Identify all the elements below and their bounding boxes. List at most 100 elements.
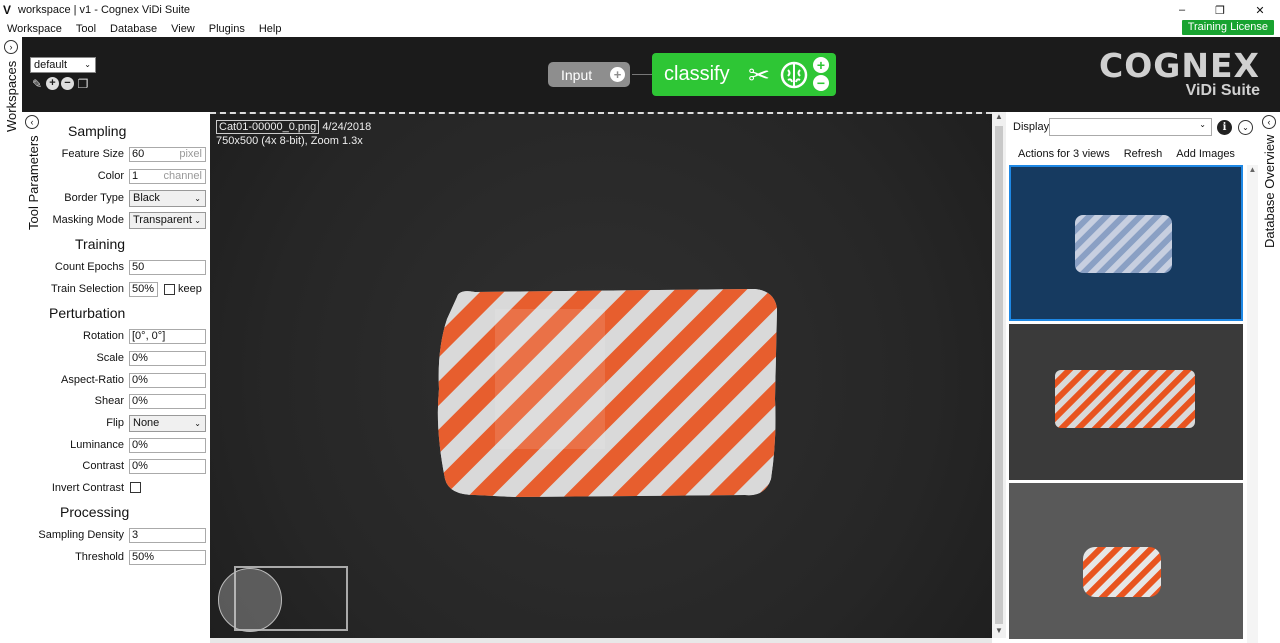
close-button[interactable]: ✕: [1240, 0, 1280, 20]
add-tool-icon[interactable]: +: [610, 67, 625, 82]
scale-input[interactable]: 0%: [129, 351, 206, 366]
viewer-horizontal-scrollbar[interactable]: [210, 638, 992, 643]
image-filename: Cat01-00000_0.png: [216, 120, 320, 134]
invert-contrast-checkbox[interactable]: [130, 482, 141, 493]
remove-tool-icon[interactable]: −: [813, 75, 829, 91]
chevron-down-icon: ⌄: [194, 216, 201, 225]
section-processing: Processing: [60, 504, 130, 520]
actions-menu[interactable]: Actions for 3 views: [1018, 148, 1110, 160]
luminance-input[interactable]: 0%: [129, 438, 206, 453]
brand-product: ViDi Suite: [1185, 82, 1260, 99]
luminance-label: Luminance: [70, 439, 124, 451]
aspect-ratio-input[interactable]: 0%: [129, 373, 206, 388]
database-overview-panel: Display ⌄ i ⌄ Actions for 3 views Refres…: [1006, 112, 1258, 643]
classify-tool-button[interactable]: classify ✂ + −: [652, 53, 836, 96]
thumbnail-item[interactable]: [1009, 483, 1243, 639]
shear-value: 0%: [132, 395, 148, 407]
color-value: 1: [132, 170, 139, 182]
input-tool-label: Input: [561, 66, 593, 83]
count-epochs-label: Count Epochs: [54, 261, 124, 273]
thumbnail-item[interactable]: [1009, 165, 1243, 321]
add-images-button[interactable]: Add Images: [1176, 148, 1235, 160]
shear-input[interactable]: 0%: [129, 394, 206, 409]
collapse-database-icon[interactable]: ‹: [1262, 115, 1276, 129]
collapse-parameters-icon[interactable]: ‹: [25, 115, 39, 129]
workspaces-tab-label: Workspaces: [4, 60, 19, 132]
tool-parameters-side-tab[interactable]: ‹ Tool Parameters: [22, 112, 42, 643]
luminance-value: 0%: [132, 439, 148, 451]
sampling-density-label: Sampling Density: [38, 529, 124, 541]
train-selection-input[interactable]: 50%: [129, 282, 158, 297]
rotation-input[interactable]: [0°, 0°]: [129, 329, 206, 344]
add-tool-icon[interactable]: +: [813, 57, 829, 73]
duplicate-workspace-icon[interactable]: ❐: [76, 77, 90, 91]
count-epochs-input[interactable]: 50: [129, 260, 206, 275]
menu-plugins[interactable]: Plugins: [202, 23, 252, 35]
image-date: 4/24/2018: [322, 121, 372, 133]
minimap-viewport[interactable]: [218, 568, 282, 632]
image-viewer[interactable]: Cat01-00000_0.png 4/24/2018 750x500 (4x …: [210, 112, 992, 638]
feature-size-row: Feature Size 60 pixel: [42, 147, 210, 163]
border-type-select[interactable]: Black ⌄: [129, 190, 206, 207]
display-label: Display: [1013, 121, 1050, 133]
shear-label: Shear: [94, 395, 124, 407]
scroll-up-icon[interactable]: ▲: [1247, 165, 1258, 174]
menu-database[interactable]: Database: [103, 23, 164, 35]
section-sampling: Sampling: [68, 123, 127, 139]
display-select[interactable]: ⌄: [1049, 118, 1212, 136]
contrast-input[interactable]: 0%: [129, 459, 206, 474]
expand-icon[interactable]: ⌄: [1238, 120, 1253, 135]
masking-mode-select[interactable]: Transparent ⌄: [129, 212, 206, 229]
menu-help[interactable]: Help: [252, 23, 289, 35]
minimize-button[interactable]: –: [1162, 0, 1202, 20]
workspaces-side-tab[interactable]: › Workspaces: [0, 37, 22, 643]
scissors-icon[interactable]: ✂: [742, 58, 776, 92]
train-selection-value: 50%: [132, 283, 155, 295]
viewer-vertical-scrollbar[interactable]: ▲ ▼: [992, 112, 1006, 638]
train-selection-label: Train Selection: [51, 283, 124, 295]
scroll-up-icon[interactable]: ▲: [992, 112, 1006, 124]
sampling-density-row: Sampling Density 3: [38, 528, 210, 544]
contrast-label: Contrast: [82, 460, 124, 472]
sampling-density-value: 3: [132, 529, 139, 541]
database-overview-side-tab[interactable]: ‹ Database Overview: [1258, 112, 1280, 643]
rotation-row: Rotation [0°, 0°]: [42, 329, 210, 345]
threshold-value: 50%: [132, 551, 155, 563]
maximize-button[interactable]: ❐: [1200, 0, 1240, 20]
color-input[interactable]: 1 channel: [129, 169, 206, 184]
scroll-down-icon[interactable]: ▼: [992, 626, 1006, 638]
threshold-input[interactable]: 50%: [129, 550, 206, 565]
menu-workspace[interactable]: Workspace: [0, 23, 69, 35]
flip-select[interactable]: None ⌄: [129, 415, 206, 432]
tool-parameters-tab-label: Tool Parameters: [26, 135, 41, 230]
chevron-down-icon: ⌄: [84, 60, 91, 69]
sampling-density-input[interactable]: 3: [129, 528, 206, 543]
refresh-button[interactable]: Refresh: [1124, 148, 1163, 160]
remove-workspace-icon[interactable]: −: [61, 77, 74, 90]
menu-tool[interactable]: Tool: [69, 23, 103, 35]
rotation-label: Rotation: [83, 330, 124, 342]
keep-checkbox[interactable]: [164, 284, 175, 295]
minimap[interactable]: [218, 566, 348, 632]
info-icon[interactable]: i: [1217, 120, 1232, 135]
menu-view[interactable]: View: [164, 23, 202, 35]
pipeline-toolbar: default ⌄ ✎ + − ❐ Input + classify ✂ + −…: [22, 37, 1280, 112]
threshold-row: Threshold 50%: [42, 550, 210, 566]
workspace-select[interactable]: default ⌄: [30, 57, 96, 73]
feature-size-input[interactable]: 60 pixel: [129, 147, 206, 162]
add-workspace-icon[interactable]: +: [46, 77, 59, 90]
flip-value: None: [133, 417, 160, 429]
feature-size-label: Feature Size: [61, 148, 124, 160]
edit-pencil-icon[interactable]: ✎: [30, 77, 44, 91]
training-license-badge[interactable]: Training License: [1181, 20, 1274, 35]
database-scrollbar[interactable]: ▲: [1247, 165, 1258, 643]
scrollbar-thumb[interactable]: [995, 126, 1003, 624]
chevron-down-icon: ⌄: [1199, 120, 1206, 129]
thumbnail-item[interactable]: [1009, 324, 1243, 480]
flip-row: Flip None ⌄: [42, 415, 210, 432]
input-tool-button[interactable]: Input +: [548, 62, 630, 87]
count-epochs-value: 50: [132, 261, 145, 273]
color-label: Color: [97, 170, 124, 182]
brain-icon[interactable]: [777, 58, 811, 92]
expand-workspaces-icon[interactable]: ›: [4, 40, 18, 54]
